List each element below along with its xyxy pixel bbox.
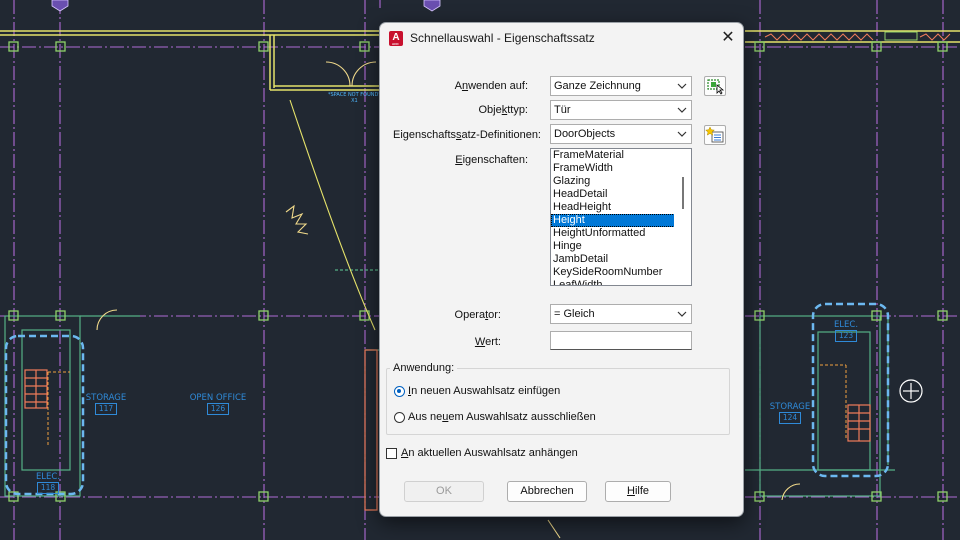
exclude-from-new-set-radio[interactable]: Aus neuem Auswahlsatz ausschließen <box>394 411 596 423</box>
room-label-elec: ELEC. 118 <box>35 472 61 494</box>
dialog-titlebar[interactable]: A ACD Schnellauswahl - Eigenschaftssatz … <box>380 23 743 53</box>
operator-dropdown[interactable]: = Gleich <box>550 304 692 324</box>
property-set-dropdown[interactable]: DoorObjects <box>550 124 692 144</box>
property-list-item[interactable]: LeafWidth <box>551 279 691 285</box>
help-button[interactable]: Hilfe <box>605 481 671 502</box>
apply-to-label: Anwenden auf: <box>454 80 528 92</box>
apply-to-dropdown[interactable]: Ganze Zeichnung <box>550 76 692 96</box>
autocad-app-icon: A ACD <box>389 31 403 46</box>
property-set-value: DoorObjects <box>554 128 616 140</box>
value-input[interactable] <box>550 331 692 350</box>
room-label-storage: STORAGE 117 <box>85 393 127 415</box>
cancel-button[interactable]: Abbrechen <box>507 481 587 502</box>
property-list-item[interactable]: FrameMaterial <box>551 149 691 162</box>
space-tag: *SPACE NOT FOUND* X1 <box>328 92 381 104</box>
application-group <box>386 368 730 435</box>
properties-listbox[interactable]: FrameMaterial FrameWidth Glazing HeadDetail… <box>550 148 692 286</box>
property-list-item[interactable]: Hinge <box>551 240 691 253</box>
close-icon: ✕ <box>721 29 735 46</box>
scrollbar-thumb[interactable] <box>682 177 684 209</box>
value-label: Wert: <box>474 336 501 348</box>
object-type-value: Tür <box>554 104 571 116</box>
chevron-down-icon <box>677 107 687 113</box>
ok-button[interactable]: OK <box>404 481 484 502</box>
property-set-label: Eigenschaftssatz-Definitionen: <box>393 129 541 141</box>
property-set-manager-icon <box>705 126 724 143</box>
close-button[interactable]: ✕ <box>713 23 743 53</box>
property-list-item[interactable]: FrameWidth <box>551 162 691 175</box>
room-label-storage-right: STORAGE 124 <box>769 402 811 424</box>
chevron-down-icon <box>677 131 687 137</box>
radio-unselected-icon <box>394 411 405 423</box>
property-list-item[interactable]: Glazing <box>551 175 691 188</box>
checkbox-unchecked-icon <box>386 447 397 459</box>
operator-label: Operator: <box>454 309 501 321</box>
chevron-down-icon <box>677 83 687 89</box>
property-list-item[interactable]: HeadDetail <box>551 188 691 201</box>
room-label-elec-right: ELEC. 123 <box>833 320 859 342</box>
apply-to-value: Ganze Zeichnung <box>554 80 641 92</box>
properties-scrollbar[interactable] <box>674 149 691 285</box>
append-to-current-set-checkbox[interactable]: An aktuellen Auswahlsatz anhängen <box>386 447 578 459</box>
application-group-title: Anwendung: <box>390 362 458 374</box>
select-objects-icon <box>707 79 725 95</box>
property-list-item[interactable]: HeadHeight <box>551 201 691 214</box>
chevron-down-icon <box>677 311 687 317</box>
property-set-manager-button[interactable] <box>704 125 726 145</box>
include-in-new-set-radio[interactable]: In neuen Auswahlsatz einfügen <box>394 385 560 397</box>
radio-selected-icon <box>394 385 405 397</box>
quick-select-dialog: A ACD Schnellauswahl - Eigenschaftssatz … <box>379 22 744 517</box>
operator-value: = Gleich <box>554 308 595 320</box>
select-objects-button[interactable] <box>704 76 726 96</box>
property-list-item[interactable]: Height <box>551 214 691 227</box>
dialog-title: Schnellauswahl - Eigenschaftssatz <box>410 31 595 45</box>
room-label-open-office: OPEN OFFICE 126 <box>189 393 247 415</box>
properties-label: Eigenschaften: <box>455 154 528 166</box>
object-type-label: Objekttyp: <box>478 104 528 116</box>
property-list-item[interactable]: JambDetail <box>551 253 691 266</box>
property-list-item[interactable]: HeightUnformatted <box>551 227 691 240</box>
object-type-dropdown[interactable]: Tür <box>550 100 692 120</box>
property-list-item[interactable]: KeySideRoomNumber <box>551 266 691 279</box>
